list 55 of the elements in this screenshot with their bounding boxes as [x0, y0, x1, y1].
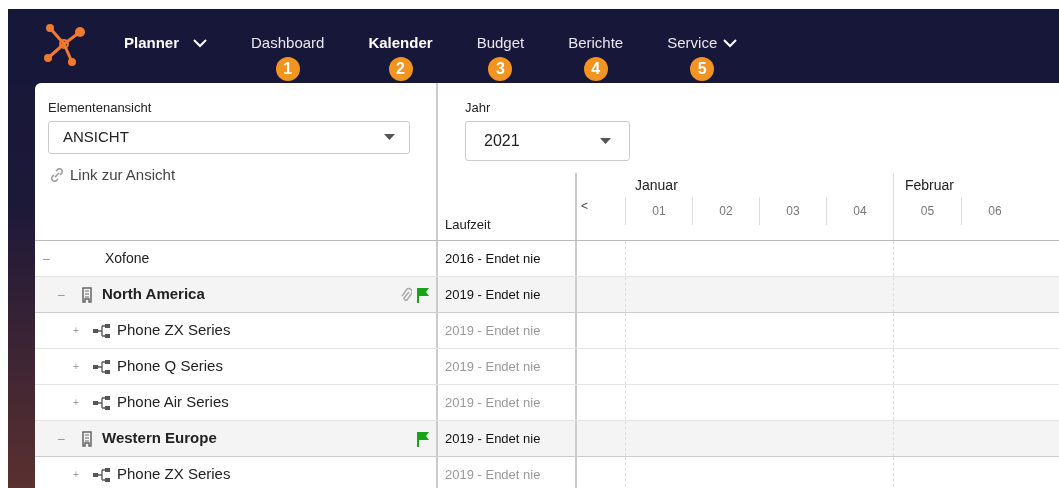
hierarchy-icon — [93, 395, 111, 410]
tree-item-label[interactable]: Phone ZX Series — [117, 319, 231, 342]
tree-item-label[interactable]: Xofone — [105, 248, 150, 269]
nav-tab[interactable]: Kalender — [368, 32, 433, 55]
hierarchy-icon — [93, 323, 111, 338]
building-icon — [82, 286, 92, 303]
nav-tab[interactable]: Dashboard — [251, 32, 325, 55]
link-icon — [48, 165, 66, 184]
week-label: 06 — [988, 203, 1002, 220]
table-cell-text: 2016 - Endet nie — [445, 249, 541, 268]
step-badge: 3 — [488, 56, 513, 81]
field-label: Jahr — [465, 99, 492, 117]
table-cell-text: 2019 - Endet nie — [445, 357, 541, 376]
nav-tab[interactable]: Budget — [476, 32, 525, 55]
app-menu[interactable]: Planner — [124, 32, 208, 55]
tree-item-label[interactable]: North America — [102, 283, 205, 306]
view-link[interactable]: Link zur Ansicht — [70, 163, 176, 186]
table-cell-text: 2019 - Endet nie — [445, 465, 541, 484]
table-cell-text: 2019 - Endet nie — [445, 285, 541, 304]
column-header: Laufzeit — [445, 215, 491, 234]
dropdown-caret-icon — [384, 134, 395, 140]
hierarchy-icon — [93, 359, 111, 374]
paperclip-icon — [400, 286, 412, 303]
table-cell-text: 2019 - Endet nie — [445, 321, 541, 340]
table-cell-text: 2019 - Endet nie — [445, 429, 541, 448]
week-label: 02 — [719, 203, 733, 220]
step-badge: 2 — [388, 56, 413, 81]
week-label: 01 — [652, 203, 666, 220]
week-label: 04 — [853, 203, 867, 220]
field-label: Elementenansicht — [48, 99, 153, 117]
view-select[interactable]: ANSICHT — [48, 120, 410, 154]
step-badge: 5 — [690, 56, 715, 81]
month-label: Februar — [904, 176, 956, 195]
hierarchy-icon — [93, 467, 111, 482]
tree-item-label[interactable]: Phone Air Series — [117, 391, 229, 414]
tree-item-label[interactable]: Western Europe — [102, 427, 217, 450]
previous-button[interactable]: < — [581, 200, 588, 212]
dropdown-caret-icon — [600, 137, 611, 144]
nav-tab[interactable]: Service — [667, 32, 738, 55]
chevron-down-icon — [193, 38, 208, 48]
building-icon — [82, 430, 92, 447]
flag-icon — [416, 286, 430, 303]
week-label: 05 — [920, 203, 935, 220]
year-select[interactable]: 2021 — [465, 120, 630, 161]
chevron-down-icon — [723, 38, 738, 48]
tree-item-label[interactable]: Phone ZX Series — [117, 463, 231, 486]
flag-icon — [416, 430, 430, 447]
tree-item-label[interactable]: Phone Q Series — [117, 355, 223, 378]
logo-icon — [42, 22, 86, 66]
step-badge: 4 — [583, 56, 608, 81]
week-label: 03 — [786, 203, 800, 220]
nav-tab[interactable]: Berichte — [568, 32, 624, 55]
table-cell-text: 2019 - Endet nie — [445, 393, 541, 412]
month-label: Januar — [634, 176, 679, 195]
step-badge: 1 — [275, 56, 300, 81]
